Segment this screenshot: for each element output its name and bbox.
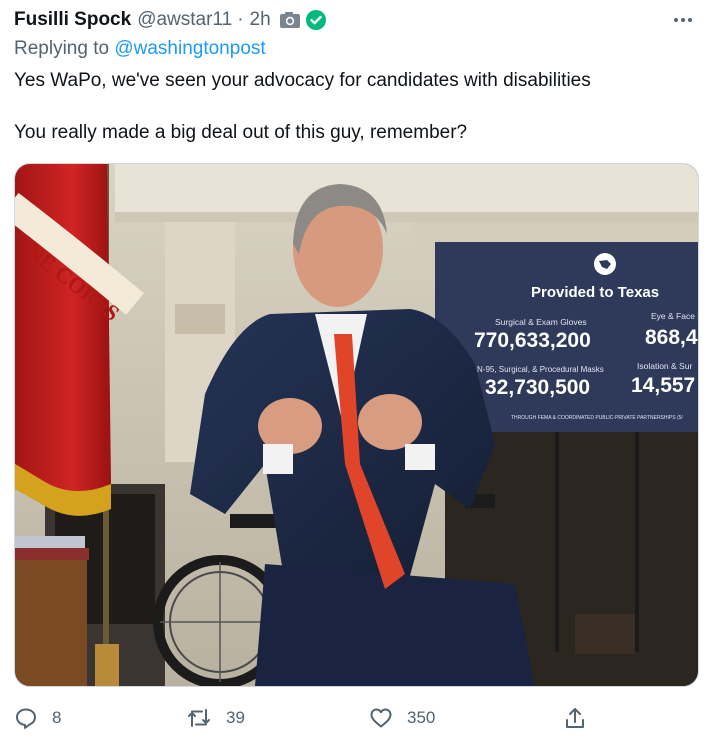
sign-title: Provided to Texas	[531, 284, 659, 301]
tweet-photo[interactable]: NE CORPS Provided to Texas Surgical & Ex…	[14, 163, 699, 687]
reply-count: 8	[52, 708, 62, 727]
author-name[interactable]: Fusilli Spock	[14, 9, 131, 31]
retweet-icon	[188, 709, 210, 727]
author-handle[interactable]: @awstar11	[137, 9, 232, 31]
photo-canvas: NE CORPS Provided to Texas Surgical & Ex…	[15, 164, 698, 686]
replying-to-label: Replying to	[14, 38, 110, 59]
tweet-time[interactable]: 2h	[250, 9, 271, 31]
sign-item-2-value: 868,4	[645, 326, 698, 349]
retweet-button[interactable]: 39	[186, 702, 245, 734]
like-button[interactable]: 350	[369, 702, 435, 734]
like-count: 350	[407, 708, 436, 727]
reply-icon	[16, 708, 36, 729]
sign-item-2-label: Eye & Face S	[651, 311, 698, 321]
more-options-button[interactable]	[669, 8, 697, 32]
mantel-top	[115, 164, 698, 216]
tweet-text-line-2: You really made a big deal out of this g…	[14, 122, 468, 143]
retweet-count: 39	[226, 708, 245, 727]
tweet: Fusilli Spock @awstar11 · 2h Replying to…	[0, 0, 715, 743]
verified-check-icon	[305, 9, 327, 31]
reply-button[interactable]: 8	[14, 702, 61, 734]
sign-item-4-label: Isolation & Sur	[637, 361, 692, 371]
sign-footer: THROUGH FEMA & COORDINATED PUBLIC-PRIVAT…	[511, 415, 683, 421]
tweet-actions: 8 39 350	[14, 702, 699, 734]
tweet-header: Fusilli Spock @awstar11 · 2h	[14, 8, 327, 32]
sign-item-1-value: 770,633,200	[474, 329, 591, 352]
separator-dot: ·	[237, 9, 244, 30]
side-table	[15, 559, 87, 686]
replying-to: Replying to @washingtonpost	[14, 38, 266, 60]
sign-item-1-label: Surgical & Exam Gloves	[495, 317, 587, 327]
sign-item-4-value: 14,557	[631, 374, 695, 397]
replying-to-mention[interactable]: @washingtonpost	[114, 38, 265, 59]
share-icon	[566, 708, 584, 728]
sign-item-3-value: 32,730,500	[485, 376, 590, 399]
sign-item-3-label: N-95, Surgical, & Procedural Masks	[477, 365, 604, 374]
more-dots-icon	[674, 18, 692, 22]
tweet-text-line-1: Yes WaPo, we've seen your advocacy for c…	[14, 70, 591, 91]
tweet-text: Yes WaPo, we've seen your advocacy for c…	[14, 68, 694, 146]
heart-icon	[370, 708, 392, 728]
camera-badge-icon	[279, 11, 301, 29]
share-button[interactable]	[564, 702, 600, 734]
